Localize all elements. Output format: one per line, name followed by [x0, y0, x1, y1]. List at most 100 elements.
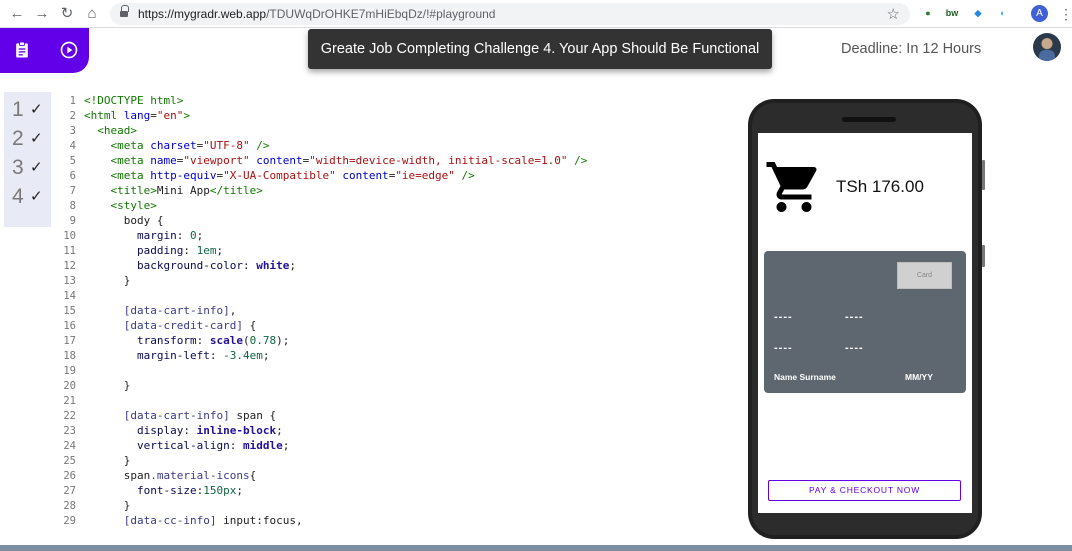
code-token: scale	[209, 334, 243, 347]
code-token: />	[249, 139, 270, 152]
code-token: -3.4em	[223, 349, 263, 362]
line-number: 17	[63, 335, 76, 347]
card-number-segment[interactable]: ----	[774, 342, 793, 354]
play-circle-icon[interactable]	[59, 40, 79, 60]
user-avatar[interactable]	[1033, 33, 1061, 61]
code-line[interactable]: }	[84, 379, 131, 392]
code-line[interactable]: <html lang="en">	[84, 109, 190, 122]
code-line[interactable]: padding: 1em;	[84, 244, 223, 257]
phone-speaker	[842, 117, 896, 122]
line-number: 25	[63, 455, 76, 467]
line-number: 20	[63, 380, 76, 392]
card-expiry: MM/YY	[905, 372, 933, 382]
code-line[interactable]: [data-credit-card] {	[84, 319, 256, 332]
back-icon[interactable]: ←	[8, 5, 26, 23]
card-number-segment[interactable]: ----	[845, 311, 864, 323]
code-line[interactable]: [data-cart-info] span {	[84, 409, 276, 422]
code-token: :	[209, 349, 224, 362]
code-token: "en"	[156, 109, 184, 122]
check-icon: ✓	[30, 188, 43, 205]
bookmark-star-icon[interactable]: ☆	[887, 5, 900, 23]
code-line[interactable]: <head>	[84, 124, 137, 137]
code-token: ;	[216, 244, 224, 257]
code-token: <style>	[110, 199, 157, 212]
code-line[interactable]: <style>	[84, 199, 157, 212]
code-token: 0	[189, 229, 197, 242]
code-token: span {	[229, 409, 277, 422]
code-line[interactable]: <meta http-equiv="X-UA-Compatible" conte…	[84, 169, 475, 182]
globe-extension-icon[interactable]: ●	[921, 6, 935, 20]
home-icon[interactable]: ⌂	[83, 5, 101, 23]
code-token: <head>	[97, 124, 137, 137]
profile-avatar[interactable]: A	[1031, 5, 1048, 22]
code-token: font-size	[136, 484, 197, 497]
clipboard-icon[interactable]	[12, 40, 32, 60]
forward-icon[interactable]: →	[33, 5, 51, 23]
code-line[interactable]: }	[84, 274, 131, 287]
code-token: ,	[229, 304, 237, 317]
code-token: "width=device-width, initial-scale=1.0"	[309, 154, 568, 167]
code-line[interactable]: font-size:150px;	[84, 484, 243, 497]
code-line[interactable]: display: inline-block;	[84, 424, 283, 437]
line-number: 19	[63, 365, 76, 377]
code-line[interactable]: }	[84, 499, 131, 512]
dropbox-extension-icon[interactable]: ◆	[971, 6, 985, 20]
code-token: =	[150, 109, 157, 122]
reload-icon[interactable]: ↻	[58, 5, 76, 23]
line-number: 7	[69, 185, 76, 197]
code-token: Mini App	[156, 184, 210, 197]
code-token: :	[176, 229, 190, 242]
code-line[interactable]: vertical-align: middle;	[84, 439, 289, 452]
code-line[interactable]: <meta charset="UTF-8" />	[84, 139, 270, 152]
code-token: 0.78	[249, 334, 277, 347]
progress-step-number: 1	[12, 98, 24, 121]
card-number-segment[interactable]: ----	[845, 342, 864, 354]
code-line[interactable]: }	[84, 454, 131, 467]
line-number: 11	[63, 245, 76, 257]
code-token: <!DOCTYPE html>	[84, 94, 184, 107]
code-line[interactable]: <!DOCTYPE html>	[84, 94, 183, 107]
code-token: "UTF-8"	[203, 139, 250, 152]
code-token: charset	[143, 139, 197, 152]
drop-extension-icon[interactable]: ◐	[996, 6, 1010, 20]
code-token: {	[249, 469, 257, 482]
code-token: 150px	[203, 484, 237, 497]
code-line[interactable]: [data-cart-info],	[84, 304, 237, 317]
code-token: padding	[136, 244, 184, 257]
address-bar[interactable]: https://mygradr.web.app/TDUWqDrOHKE7mHiE…	[110, 3, 910, 25]
line-number: 23	[63, 425, 76, 437]
code-line[interactable]: transform: scale(0.78);	[84, 334, 289, 347]
deadline-label: Deadline: In 12 Hours	[841, 41, 982, 57]
code-token: http-equiv	[143, 169, 217, 182]
code-line[interactable]: margin-left: -3.4em;	[84, 349, 269, 362]
code-token: content	[335, 169, 389, 182]
code-line[interactable]: <title>Mini App</title>	[84, 184, 263, 197]
code-line[interactable]: body {	[84, 214, 164, 227]
cardholder-name: Name Surname	[774, 372, 836, 382]
code-token: "X-UA-Compatible"	[223, 169, 336, 182]
code-line[interactable]: margin: 0;	[84, 229, 203, 242]
browser-menu-icon[interactable]: ⋮	[1059, 4, 1072, 24]
code-line[interactable]: span.material-icons{	[84, 469, 256, 482]
pay-checkout-button[interactable]: PAY & CHECKOUT NOW	[768, 480, 961, 501]
code-line[interactable]: background-color: white;	[84, 259, 296, 272]
phone-side-button	[982, 160, 985, 190]
code-line[interactable]: <meta name="viewport" content="width=dev…	[84, 154, 588, 167]
code-token: margin-left	[136, 349, 210, 362]
code-token: input:focus,	[216, 514, 303, 527]
card-number-segment[interactable]: ----	[774, 311, 793, 323]
code-token: }	[84, 379, 131, 392]
code-token: "viewport"	[183, 154, 250, 167]
code-token: (	[242, 334, 250, 347]
code-token: <title>	[110, 184, 157, 197]
code-token: margin	[136, 229, 177, 242]
bw-extension-icon[interactable]: bw	[945, 6, 959, 20]
code-token: :	[229, 439, 243, 452]
code-line[interactable]: [data-cc-info] input:focus,	[84, 514, 303, 527]
